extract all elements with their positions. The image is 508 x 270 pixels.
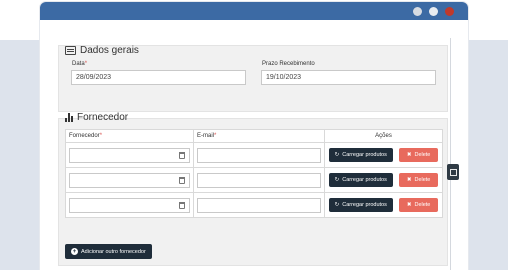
close-icon[interactable] [445,7,454,16]
carregar-produtos-button[interactable]: ↻ Carregar produtos [328,173,393,187]
email-input[interactable] [197,172,321,188]
table-row: ↻ Carregar produtos ✖ Delete [65,192,443,218]
email-input[interactable] [197,197,321,213]
table-header-row: Fornecedor* E-mail* Ações [65,129,443,143]
bar-chart-icon [65,113,73,122]
column-header-fornecedor: Fornecedor* [65,129,194,143]
table-row: ↻ Carregar produtos ✖ Delete [65,167,443,193]
dados-gerais-title: Dados gerais [65,45,139,56]
email-cell [193,142,325,168]
fornecedor-input[interactable] [69,147,190,163]
trash-icon[interactable] [179,151,185,159]
refresh-icon: ↻ [334,152,340,158]
email-cell [193,192,325,218]
plus-circle-icon: + [71,248,78,255]
delete-button[interactable]: ✖ Delete [398,148,439,162]
fornecedor-cell [65,192,194,218]
adicionar-fornecedor-button[interactable]: + Adicionar outro fornecedor [65,244,152,259]
table-row: ↻ Carregar produtos ✖ Delete [65,142,443,168]
fornecedor-input[interactable] [69,172,190,188]
acoes-cell: ↻ Carregar produtos ✖ Delete [324,167,443,193]
x-icon: ✖ [406,202,412,208]
screen: Dados gerais Data* 28/09/2023 Prazo Rece… [0,0,508,270]
browser-window: Dados gerais Data* 28/09/2023 Prazo Rece… [40,2,468,270]
fornecedor-input[interactable] [69,197,190,213]
background-left-panel [0,40,40,270]
trash-icon[interactable] [179,176,185,184]
carregar-produtos-button[interactable]: ↻ Carregar produtos [328,148,393,162]
minimize-icon[interactable] [413,7,422,16]
delete-button[interactable]: ✖ Delete [398,173,439,187]
window-titlebar [40,2,468,20]
carregar-produtos-button[interactable]: ↻ Carregar produtos [328,198,393,212]
delete-button[interactable]: ✖ Delete [398,198,439,212]
fornecedor-cell [65,142,194,168]
prazo-recebimento-input[interactable]: 19/10/2023 [261,70,436,85]
email-input[interactable] [197,147,321,163]
dados-gerais-panel: Dados gerais Data* 28/09/2023 Prazo Rece… [58,45,448,112]
fornecedor-table: Fornecedor* E-mail* Ações ↻ Carregar pro… [65,129,443,218]
refresh-icon: ↻ [334,202,340,208]
fornecedor-panel: Fornecedor Fornecedor* E-mail* Ações ↻ C… [58,112,448,266]
dados-gerais-title-text: Dados gerais [80,45,139,56]
refresh-icon: ↻ [334,177,340,183]
page-content: Dados gerais Data* 28/09/2023 Prazo Rece… [40,20,468,270]
background-right-panel [468,40,508,270]
email-cell [193,167,325,193]
list-box-icon [65,46,76,55]
side-panel-toggle-icon[interactable] [447,164,459,180]
acoes-cell: ↻ Carregar produtos ✖ Delete [324,142,443,168]
content-divider [450,38,451,270]
x-icon: ✖ [406,177,412,183]
column-header-email: E-mail* [193,129,325,143]
trash-icon[interactable] [179,201,185,209]
fornecedor-title: Fornecedor [65,112,128,123]
fornecedor-cell [65,167,194,193]
acoes-cell: ↻ Carregar produtos ✖ Delete [324,192,443,218]
data-label: Data* [72,61,88,67]
column-header-acoes: Ações [324,129,443,143]
x-icon: ✖ [406,152,412,158]
data-input[interactable]: 28/09/2023 [71,70,246,85]
maximize-icon[interactable] [429,7,438,16]
prazo-label: Prazo Recebimento [262,61,315,67]
fornecedor-title-text: Fornecedor [77,112,129,123]
